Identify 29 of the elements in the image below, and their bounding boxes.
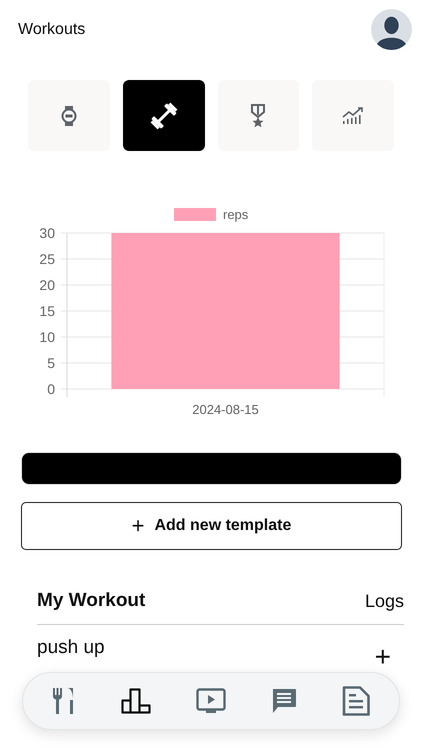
growth-chart-icon (342, 106, 364, 124)
exercise-name: push up (37, 637, 105, 659)
fork-knife-icon (52, 687, 76, 715)
plus-icon: + (132, 515, 144, 537)
avatar-icon[interactable] (371, 9, 412, 50)
add-log-button[interactable]: + (374, 643, 391, 671)
y-axis-label: 0 (47, 381, 55, 397)
y-axis-label: 25 (39, 251, 55, 267)
document-icon (342, 686, 370, 716)
video-screen-icon (196, 688, 226, 714)
y-axis-label: 15 (39, 303, 55, 319)
chat-icon (271, 688, 298, 714)
legend-label: reps (223, 207, 249, 222)
y-axis-label: 20 (39, 277, 55, 293)
y-axis-label: 5 (47, 355, 55, 371)
y-axis-label: 10 (39, 329, 55, 345)
y-axis-label: 30 (39, 225, 55, 241)
chart-legend[interactable]: reps (174, 207, 248, 222)
x-axis-label: 2024-08-15 (192, 402, 259, 417)
watch-icon (60, 104, 77, 126)
logs-link[interactable]: Logs (364, 590, 404, 612)
add-template-button[interactable]: + Add new template (21, 502, 402, 550)
section-title: My Workout (37, 590, 146, 612)
page-title: Workouts (18, 20, 86, 38)
nav-tab[interactable] (120, 688, 151, 714)
dumbbell-icon (148, 100, 179, 130)
podium-icon (120, 688, 151, 714)
medal-icon (250, 104, 266, 128)
category-tab[interactable] (122, 80, 204, 151)
